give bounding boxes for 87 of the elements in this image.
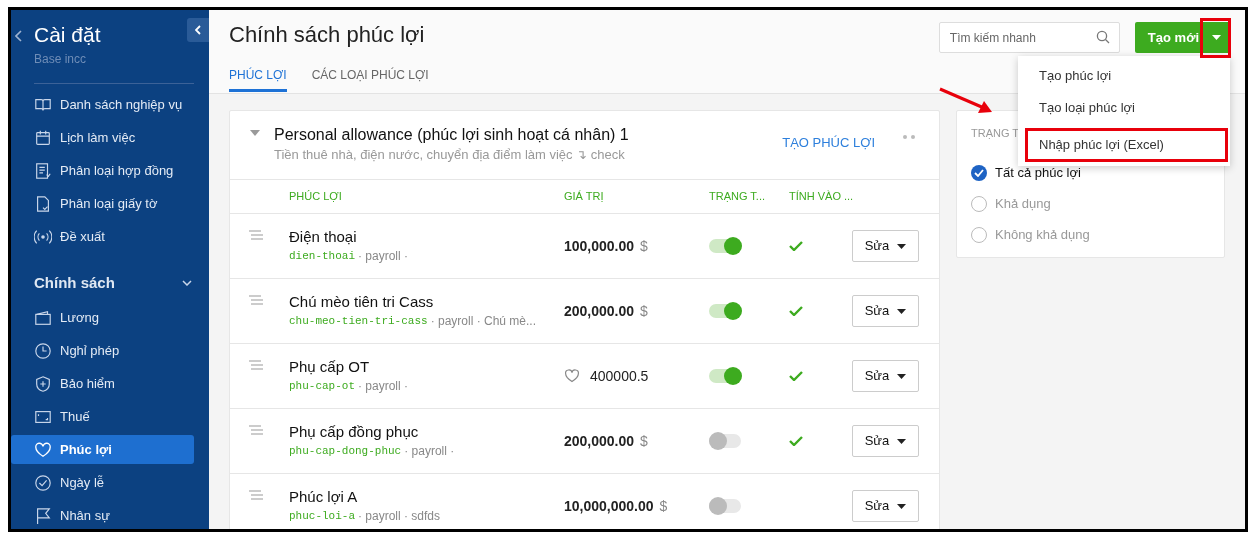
highlight-box bbox=[1200, 18, 1231, 58]
back-icon[interactable] bbox=[15, 30, 23, 42]
column-header: GIÁ TRỊ bbox=[564, 189, 605, 205]
benefit-value: 100,000.00 bbox=[564, 236, 635, 256]
sidebar-title: Cài đặt bbox=[33, 22, 102, 48]
shield-icon bbox=[34, 374, 52, 393]
check-circle-icon bbox=[34, 473, 52, 492]
sidebar-item[interactable]: Phân loại giấy tờ bbox=[26, 189, 194, 218]
caret-icon bbox=[897, 503, 907, 509]
section-header[interactable]: Chính sách bbox=[26, 269, 194, 297]
sidebar-item[interactable]: Nhân sự bbox=[26, 501, 194, 529]
heart-icon bbox=[34, 440, 52, 459]
sidebar-item[interactable]: Lương bbox=[26, 303, 194, 332]
heart-icon bbox=[564, 368, 580, 384]
toggle-switch[interactable] bbox=[709, 239, 741, 253]
document-icon bbox=[34, 161, 52, 180]
benefit-code: phu-cap-dong-phuc bbox=[289, 444, 402, 459]
benefit-code: chu-meo-tien-tri-cass bbox=[289, 314, 428, 329]
check-icon bbox=[974, 169, 984, 177]
currency-symbol: $ bbox=[640, 236, 648, 256]
search-field[interactable]: Tìm kiếm nhanh bbox=[938, 22, 1120, 53]
group-title: Personal allowance (phúc lợi sinh hoạt cá nhân) 1 bbox=[274, 125, 630, 145]
benefit-value: 10,000,000.00 bbox=[564, 496, 654, 516]
edit-button[interactable]: Sửa bbox=[852, 295, 919, 327]
sidebar-item[interactable]: Lịch làm việc bbox=[26, 123, 194, 152]
tab[interactable]: PHÚC LỢI bbox=[229, 60, 287, 92]
benefit-code: phuc-loi-a bbox=[289, 509, 355, 524]
benefit-name: Chú mèo tiên tri Cass bbox=[289, 292, 435, 312]
sidebar-item[interactable]: Phân loại hợp đồng bbox=[26, 156, 194, 185]
flag-icon bbox=[34, 506, 52, 525]
caret-icon bbox=[1211, 35, 1221, 40]
edit-button[interactable]: Sửa bbox=[852, 230, 919, 262]
edit-button[interactable]: Sửa bbox=[852, 360, 919, 392]
search-icon bbox=[1095, 30, 1110, 44]
toggle-switch[interactable] bbox=[709, 434, 741, 448]
page-title: Chính sách phúc lợi bbox=[229, 21, 426, 49]
caret-icon bbox=[897, 438, 907, 444]
caret-icon bbox=[897, 373, 907, 379]
currency-symbol: $ bbox=[640, 431, 648, 451]
column-header: PHÚC LỢI bbox=[289, 189, 343, 205]
toggle-switch[interactable] bbox=[709, 369, 741, 383]
collapse-button[interactable] bbox=[187, 18, 209, 42]
edit-button[interactable]: Sửa bbox=[852, 490, 919, 522]
sidebar-item[interactable]: Đề xuất bbox=[26, 222, 194, 251]
sidebar-item[interactable]: Bảo hiểm bbox=[26, 369, 194, 398]
benefit-meta: · payroll · bbox=[358, 248, 409, 265]
benefit-code: phu-cap-ot bbox=[289, 379, 355, 394]
sidebar-item[interactable]: Phúc lợi bbox=[11, 435, 194, 464]
caret-icon bbox=[897, 308, 907, 314]
broadcast-icon bbox=[34, 227, 52, 246]
more-icon[interactable] bbox=[903, 135, 915, 139]
benefit-name: Phụ cấp đồng phục bbox=[289, 422, 420, 442]
menu-item[interactable]: Tạo phúc lợi bbox=[1018, 60, 1230, 92]
create-benefit-link[interactable]: TẠO PHÚC LỢI bbox=[782, 133, 875, 153]
sidebar-subtitle: Base incc bbox=[33, 51, 88, 68]
document-icon bbox=[34, 194, 52, 213]
wallet-icon bbox=[34, 308, 52, 327]
benefit-meta: · payroll · bbox=[358, 378, 409, 395]
chevron-icon bbox=[194, 25, 202, 35]
benefit-meta: · payroll · bbox=[404, 443, 455, 460]
column-header: TRẠNG T... bbox=[709, 189, 767, 205]
edit-button[interactable]: Sửa bbox=[852, 425, 919, 457]
benefit-value: 200,000.00 bbox=[564, 301, 635, 321]
menu-item[interactable]: Tạo loại phúc lợi bbox=[1018, 92, 1230, 124]
benefit-name: Điện thoại bbox=[289, 227, 358, 247]
benefit-meta: · payroll · Chú mè... bbox=[430, 313, 536, 330]
toggle-switch[interactable] bbox=[709, 499, 741, 513]
caret-icon bbox=[897, 243, 907, 249]
benefit-value: 200,000.00 bbox=[564, 431, 635, 451]
benefit-name: Phúc lợi A bbox=[289, 487, 359, 507]
toggle-switch[interactable] bbox=[709, 304, 741, 318]
benefit-value: 400000.5 bbox=[590, 366, 649, 386]
annotation-arrow bbox=[938, 86, 994, 114]
benefit-name: Phụ cấp OT bbox=[289, 357, 371, 377]
currency-symbol: $ bbox=[659, 496, 668, 516]
sidebar-item[interactable]: Thuế bbox=[26, 402, 194, 431]
sidebar-item[interactable]: Nghỉ phép bbox=[26, 336, 194, 365]
sidebar-item[interactable]: Ngày lễ bbox=[26, 468, 194, 497]
column-header: TÍNH VÀO ... bbox=[789, 189, 852, 205]
tab[interactable]: CÁC LOẠI PHÚC LỢI bbox=[311, 60, 429, 92]
benefit-meta: · payroll · sdfds bbox=[358, 508, 441, 525]
benefit-code: dien-thoai bbox=[289, 249, 355, 264]
sidebar-item[interactable]: Danh sách nghiệp vụ bbox=[26, 90, 194, 119]
clock-icon bbox=[34, 341, 52, 360]
group-description: Tiền thuê nhà, điện nước, chuyển địa điểm làm việc ↴ check bbox=[274, 146, 626, 164]
currency-symbol: $ bbox=[640, 301, 648, 321]
calendar-icon bbox=[34, 128, 52, 147]
